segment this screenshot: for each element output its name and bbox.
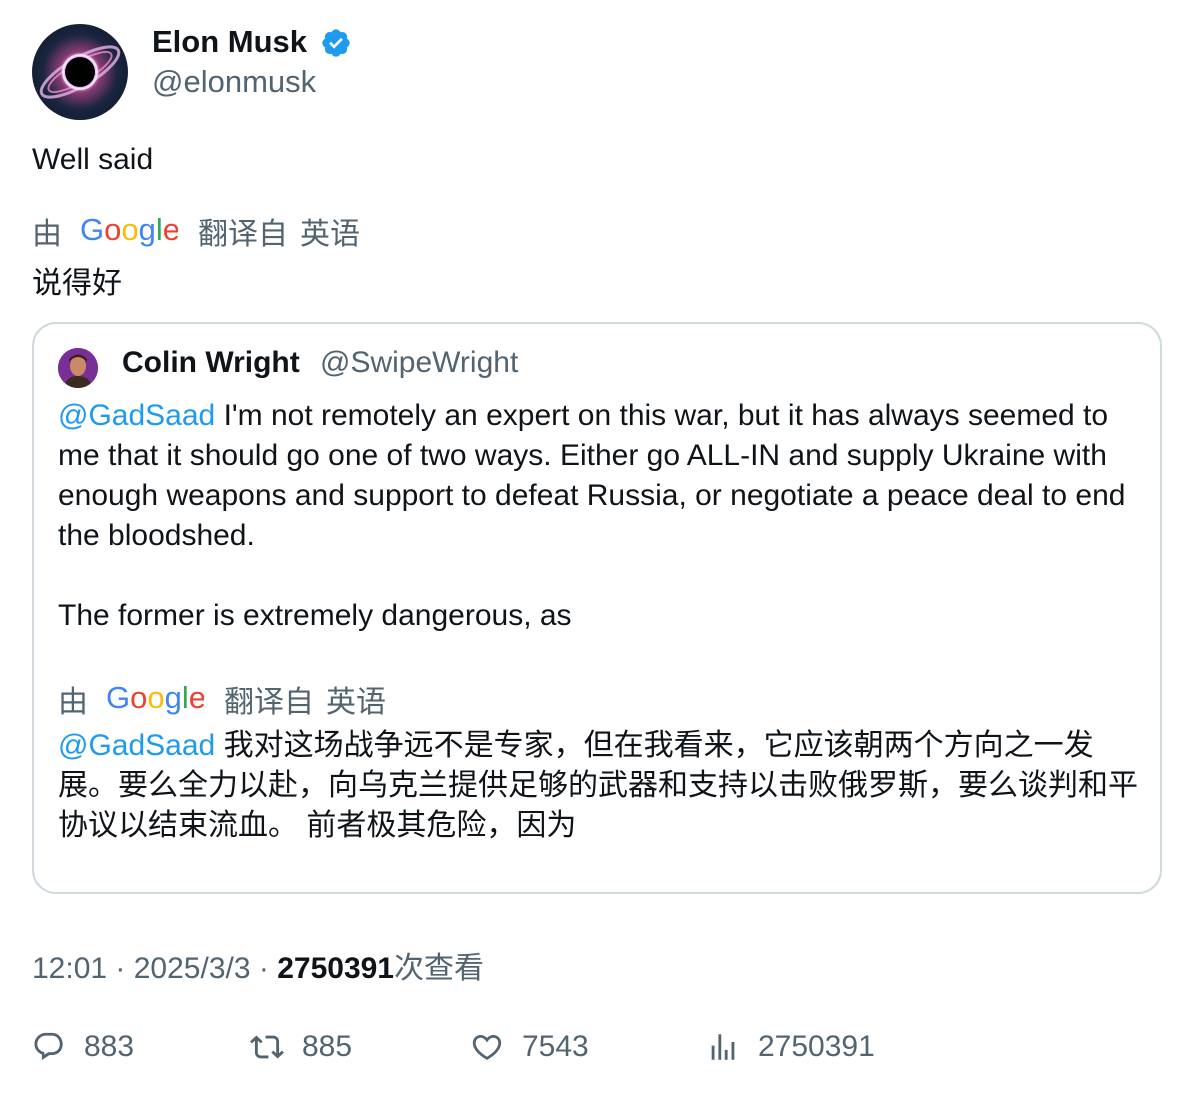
tweet-meta: 12:01 · 2025/3/3 · 2750391次查看 — [32, 943, 484, 987]
tweet-date[interactable]: 2025/3/3 — [134, 952, 251, 985]
retweet-button[interactable]: 885 — [250, 1030, 352, 1064]
views-count: 2750391 — [277, 952, 394, 985]
retweet-icon — [250, 1035, 284, 1059]
quoted-author-avatar — [58, 348, 98, 388]
views-icon — [711, 1034, 735, 1060]
translated-tweet-text: 说得好 — [32, 267, 122, 300]
views-action-count: 2750391 — [758, 1030, 875, 1063]
quoted-translation-attribution: 由 Google 翻译自 英语 — [58, 677, 386, 721]
quoted-translated-body: 我对这场战争远不是专家，但在我看来，它应该朝两个方向之一发展。要么全力以赴，向乌… — [58, 729, 1138, 842]
views-button[interactable]: 2750391 — [706, 1030, 875, 1064]
author-avatar[interactable] — [32, 24, 128, 120]
quoted-tweet[interactable]: Colin Wright @SwipeWright @GadSaad I'm n… — [32, 322, 1162, 894]
reply-icon — [34, 1032, 63, 1061]
author-handle[interactable]: @elonmusk — [152, 64, 316, 100]
google-logo: Google — [80, 214, 178, 248]
verified-badge-icon — [322, 29, 350, 57]
svg-text:Google: Google — [80, 214, 178, 247]
like-button[interactable]: 7543 — [470, 1030, 589, 1064]
quoted-translation-from-label: 翻译自 — [224, 686, 314, 719]
translation-attribution: 由 Google 翻译自 英语 — [32, 209, 360, 253]
tweet-time[interactable]: 12:01 — [32, 952, 107, 985]
quoted-paragraph-1: @GadSaad I'm not remotely an expert on t… — [58, 396, 1138, 556]
reply-button[interactable]: 883 — [32, 1030, 134, 1064]
quoted-author-handle: @SwipeWright — [320, 346, 519, 379]
meta-separator: · — [107, 952, 134, 985]
quoted-translation-language: 英语 — [326, 686, 386, 719]
quoted-google-logo: Google — [106, 682, 204, 716]
quoted-text-1: I'm not remotely an expert on this war, … — [58, 399, 1126, 552]
meta-separator-2: · — [250, 952, 278, 985]
translation-from-label: 翻译自 — [198, 218, 288, 251]
svg-text:Google: Google — [106, 682, 204, 715]
translation-by-label: 由 — [32, 218, 62, 251]
quoted-author-name: Colin Wright — [122, 346, 300, 379]
quoted-translation-by-label: 由 — [58, 686, 88, 719]
translated-mention-link[interactable]: @GadSaad — [58, 729, 215, 762]
quoted-translated-text: @GadSaad 我对这场战争远不是专家，但在我看来，它应该朝两个方向之一发展。… — [58, 726, 1140, 846]
like-count: 7543 — [522, 1030, 589, 1063]
author-name[interactable]: Elon Musk — [152, 24, 307, 60]
mention-link[interactable]: @GadSaad — [58, 399, 215, 432]
reply-count: 883 — [84, 1030, 135, 1063]
retweet-count: 885 — [302, 1030, 353, 1063]
quoted-tweet-body: @GadSaad I'm not remotely an expert on t… — [58, 396, 1138, 636]
tweet-text: Well said — [32, 143, 154, 176]
like-icon — [472, 1034, 502, 1060]
quoted-paragraph-2: The former is extremely dangerous, as — [58, 599, 572, 632]
translation-language: 英语 — [300, 218, 360, 251]
views-label: 次查看 — [394, 952, 484, 985]
